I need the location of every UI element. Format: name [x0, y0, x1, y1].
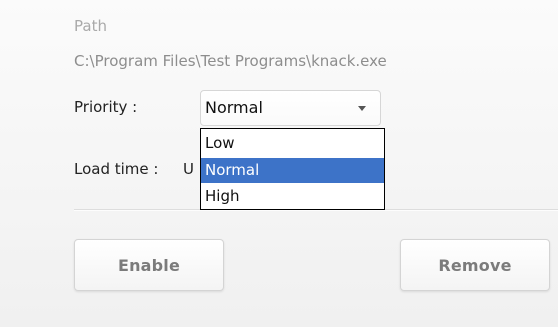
- remove-button[interactable]: Remove: [400, 239, 550, 291]
- dropdown-option-normal[interactable]: Normal: [201, 158, 384, 183]
- priority-select[interactable]: Normal: [200, 90, 381, 126]
- chevron-down-icon: [358, 106, 366, 111]
- priority-dropdown-list: Low Normal High: [200, 128, 385, 210]
- dropdown-option-low[interactable]: Low: [201, 131, 384, 156]
- path-value: C:\Program Files\Test Programs\knack.exe: [74, 52, 387, 70]
- priority-label: Priority :: [74, 98, 138, 116]
- path-label: Path: [74, 17, 107, 35]
- dropdown-option-high[interactable]: High: [201, 184, 384, 209]
- load-time-label: Load time :: [74, 160, 159, 178]
- priority-select-value: Normal: [205, 98, 263, 117]
- load-time-value: U: [183, 160, 194, 178]
- settings-panel: Path C:\Program Files\Test Programs\knac…: [0, 0, 558, 327]
- enable-button[interactable]: Enable: [74, 239, 224, 291]
